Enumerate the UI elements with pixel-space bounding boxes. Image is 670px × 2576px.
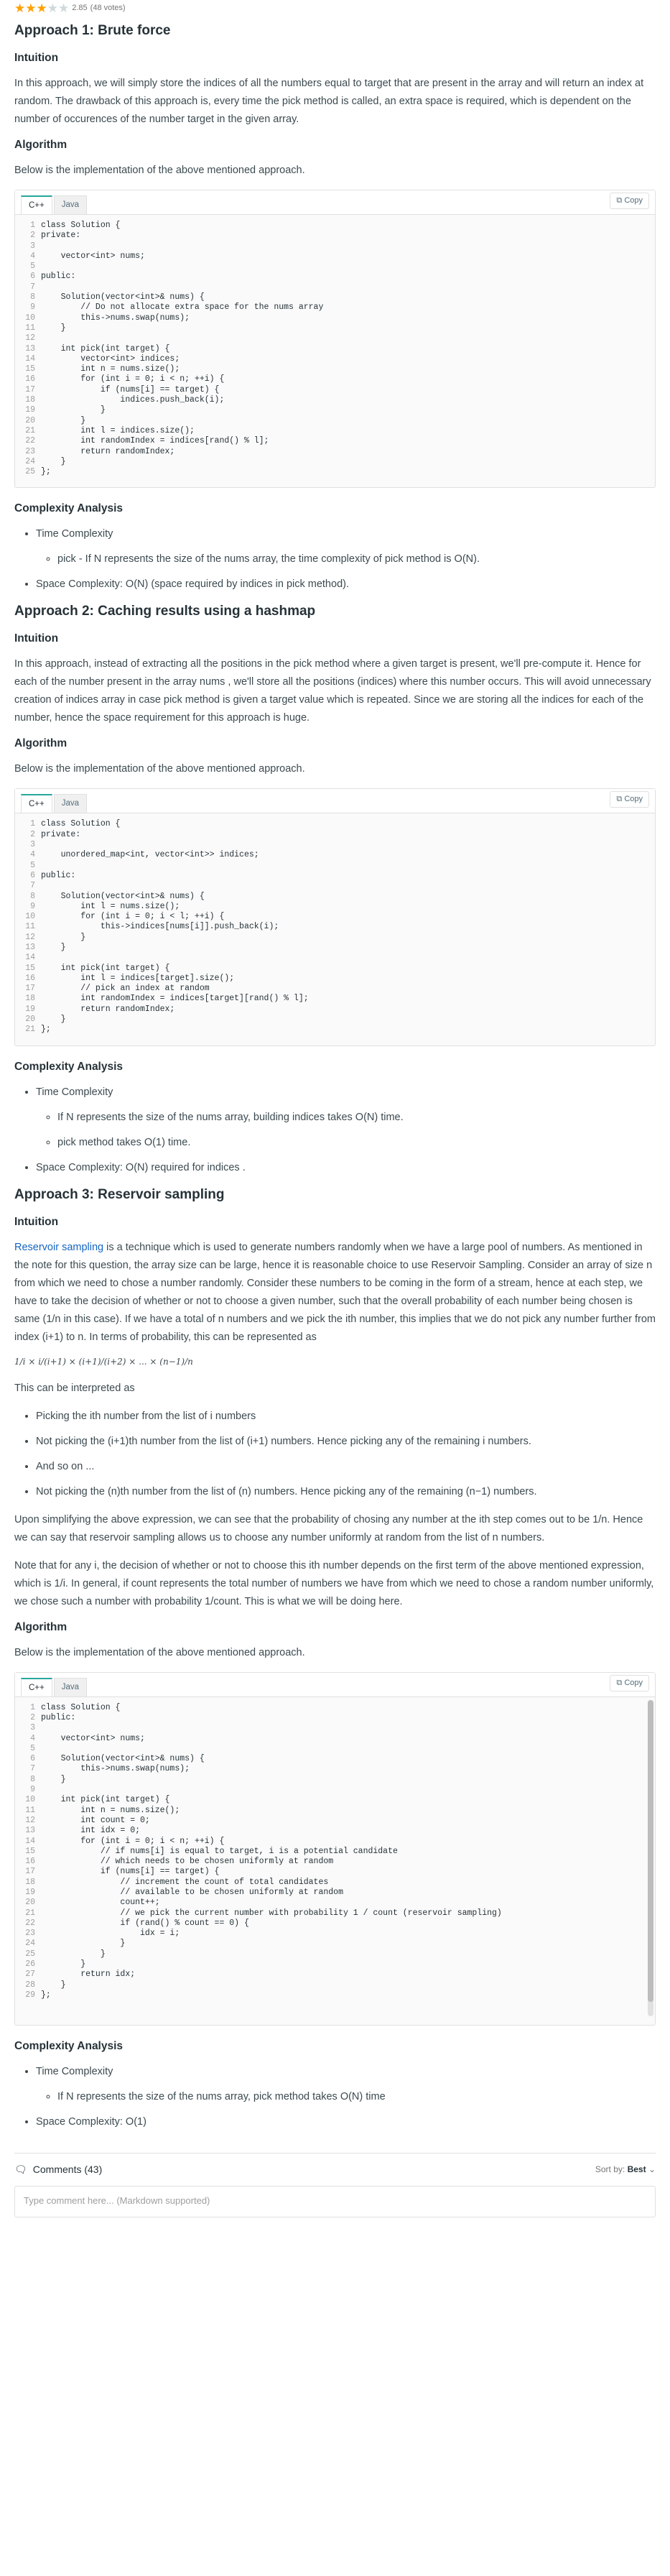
sort-value: Best: [627, 2164, 646, 2175]
approach3-interp: This can be interpreted as: [14, 1382, 135, 1394]
sort-label: Sort by:: [595, 2164, 625, 2175]
code-area[interactable]: 1 2 3 4 5 6 7 8 9 10 11 12 13 14 15 16 17 18 19 20 21 22 23 24 2…: [15, 1697, 655, 2025]
rating[interactable]: ★★★★★ 2.85 (48 votes): [14, 0, 656, 16]
star-icon[interactable]: ★: [25, 1, 36, 15]
approach1-intuition-heading: Intuition: [14, 52, 59, 64]
approach3-intro: is a technique which is used to generate…: [14, 1241, 656, 1343]
probability-formula: 1/i × i/(i+1) × (i+1)/(i+2) × ... × (n−1…: [14, 1356, 193, 1367]
code-toolbar: C++ Java ⧉ Copy: [15, 190, 655, 215]
copy-button[interactable]: ⧉ Copy: [610, 193, 649, 209]
code-toolbar: C++ Java ⧉ Copy: [15, 1672, 655, 1697]
scrollbar-thumb[interactable]: [648, 1699, 653, 2002]
approach3-algorithm-heading: Algorithm: [14, 1620, 68, 1633]
rating-stars[interactable]: ★★★★★: [14, 2, 69, 14]
list-item: Space Complexity: O(1): [36, 2113, 656, 2131]
list-item: Not picking the (n)th number from the li…: [36, 1483, 656, 1501]
copy-icon: ⧉: [616, 196, 623, 205]
list-item: pick - If N represents the size of the n…: [57, 550, 656, 568]
chevron-down-icon: ⌄: [648, 2164, 656, 2175]
approach3-impl-text: Below is the implementation of the above…: [14, 1646, 305, 1658]
code-lines: class Solution { private: vector<int> nu…: [41, 221, 324, 477]
copy-icon: ⧉: [616, 1678, 623, 1687]
code-lines: class Solution { private: unordered_map<…: [41, 819, 309, 1035]
star-icon[interactable]: ★: [14, 1, 25, 15]
approach2-complexity-heading: Complexity Analysis: [14, 1060, 124, 1073]
approach1-algorithm-heading: Algorithm: [14, 139, 68, 151]
code-lines: class Solution { public: vector<int> num…: [41, 1702, 502, 2000]
list-item: If N represents the size of the nums arr…: [57, 1109, 656, 1127]
time-complexity-label: Time Complexity: [36, 528, 113, 540]
approach2-algorithm-heading: Algorithm: [14, 737, 68, 750]
approach3-intuition-heading: Intuition: [14, 1215, 59, 1228]
line-numbers: 1 2 3 4 5 6 7 8 9 10 11 12 13 14 15 16 17 18 19 20 21 22 23 24 2…: [25, 1702, 35, 2000]
copy-label: Copy: [624, 1678, 643, 1687]
approach2-title: Approach 2: Caching results using a hash…: [14, 604, 316, 619]
tab-java[interactable]: Java: [53, 195, 88, 214]
approach3-complexity-list: Time Complexity If N represents the size…: [36, 2063, 656, 2131]
article: ★★★★★ 2.85 (48 votes) Approach 1: Brute …: [0, 0, 670, 2246]
tab-java[interactable]: Java: [53, 1677, 88, 1696]
approach1-impl-text: Below is the implementation of the above…: [14, 165, 305, 176]
tab-cpp[interactable]: C++: [21, 794, 52, 813]
approach2-impl-text: Below is the implementation of the above…: [14, 763, 305, 775]
comment-icon: 🗨: [14, 2163, 27, 2175]
copy-icon: ⧉: [616, 795, 623, 804]
approach2-intro: In this approach, instead of extracting …: [14, 658, 651, 724]
comments-header: 🗨 Comments (43) Sort by: Best ⌄: [14, 2152, 656, 2186]
list-item: Time Complexity If N represents the size…: [36, 2063, 656, 2106]
time-complexity-label: Time Complexity: [36, 1086, 113, 1098]
comments-title: Comments (43): [32, 2164, 103, 2176]
code-scrollbar[interactable]: [648, 1699, 653, 2016]
approach1-complexity-list: Time Complexity pick - If N represents t…: [36, 525, 656, 594]
list-item: pick method takes O(1) time.: [57, 1134, 656, 1152]
line-numbers: 1 2 3 4 5 6 7 8 9 10 11 12 13 14 15 16 17 18 19 20 21 22 23 24 2…: [25, 221, 35, 477]
time-complexity-label: Time Complexity: [36, 2065, 113, 2077]
approach2-intuition-heading: Intuition: [14, 632, 59, 645]
copy-label: Copy: [624, 795, 643, 804]
tab-cpp[interactable]: C++: [21, 1677, 52, 1696]
approach3-simplify: Upon simplifying the above expression, w…: [14, 1513, 643, 1543]
tab-java[interactable]: Java: [53, 794, 88, 813]
tab-cpp[interactable]: C++: [21, 195, 52, 214]
list-item: Space Complexity: O(N) (space required b…: [36, 576, 656, 594]
star-icon[interactable]: ★: [47, 1, 58, 15]
approach1-intro: In this approach, we will simply store t…: [14, 78, 644, 125]
rating-value: 2.85: [72, 4, 88, 12]
code-block-approach1: C++ Java ⧉ Copy 1 2 3 4 5 6 7 8 9 10 11 12 13 14 15 16 1…: [14, 190, 656, 489]
list-item: Picking the ith number from the list of …: [36, 1408, 656, 1426]
sort-dropdown[interactable]: Sort by: Best ⌄: [595, 2164, 656, 2174]
reservoir-sampling-link[interactable]: Reservoir sampling: [14, 1242, 103, 1253]
comment-input[interactable]: Type comment here... (Markdown supported…: [14, 2185, 656, 2217]
line-numbers: 1 2 3 4 5 6 7 8 9 10 11 12 13 14 15 16 17 18 19 20 21: [25, 819, 35, 1035]
code-area[interactable]: 1 2 3 4 5 6 7 8 9 10 11 12 13 14 15 16 17 18 19 20 21 22 23 24 2…: [15, 215, 655, 487]
approach3-note: Note that for any i, the decision of whe…: [14, 1559, 654, 1607]
code-block-approach3: C++ Java ⧉ Copy 1 2 3 4 5 6 7 8 9 10 11 12 13 14 15 16 1…: [14, 1671, 656, 2026]
approach1-title: Approach 1: Brute force: [14, 23, 171, 38]
code-block-approach2: C++ Java ⧉ Copy 1 2 3 4 5 6 7 8 9 10 11 12 13 14 15 16 1…: [14, 788, 656, 1046]
list-item: Space Complexity: O(N) required for indi…: [36, 1159, 656, 1177]
star-icon[interactable]: ★: [37, 1, 47, 15]
copy-label: Copy: [624, 196, 643, 205]
approach2-complexity-list: Time Complexity If N represents the size…: [36, 1084, 656, 1177]
approach3-title: Approach 3: Reservoir sampling: [14, 1186, 225, 1202]
code-area[interactable]: 1 2 3 4 5 6 7 8 9 10 11 12 13 14 15 16 17 18 19 20 21 class …: [15, 813, 655, 1045]
approach3-bullets: Picking the ith number from the list of …: [36, 1408, 656, 1501]
approach1-complexity-heading: Complexity Analysis: [14, 502, 124, 515]
copy-button[interactable]: ⧉ Copy: [610, 1674, 649, 1691]
approach3-intro-paragraph: Reservoir sampling is a technique which …: [14, 1239, 656, 1347]
list-item: Time Complexity pick - If N represents t…: [36, 525, 656, 568]
list-item: Time Complexity If N represents the size…: [36, 1084, 656, 1152]
list-item: Not picking the (i+1)th number from the …: [36, 1433, 656, 1451]
list-item: If N represents the size of the nums arr…: [57, 2088, 656, 2106]
code-toolbar: C++ Java ⧉ Copy: [15, 789, 655, 814]
copy-button[interactable]: ⧉ Copy: [610, 791, 649, 808]
list-item: And so on ...: [36, 1458, 656, 1476]
rating-votes: (48 votes): [90, 4, 126, 12]
star-icon[interactable]: ★: [58, 1, 69, 15]
approach3-complexity-heading: Complexity Analysis: [14, 2039, 124, 2052]
